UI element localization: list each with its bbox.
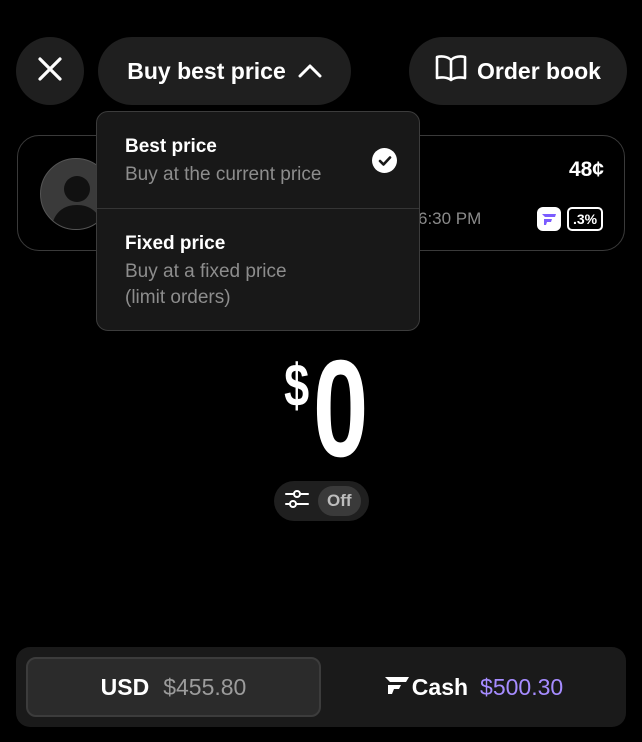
amount-display: $0 bbox=[0, 340, 642, 478]
cash-label: Cash bbox=[411, 673, 469, 700]
settings-state: Off bbox=[318, 486, 361, 516]
balance-selector: USD $455.80 Cash $500.30 bbox=[16, 647, 626, 727]
option-title: Fixed price bbox=[125, 233, 226, 254]
chevron-up-icon bbox=[298, 58, 322, 85]
order-settings-toggle[interactable]: Off bbox=[274, 481, 369, 521]
usd-amount: $455.80 bbox=[163, 673, 247, 700]
check-circle-icon bbox=[372, 148, 397, 173]
amount-value: 0 bbox=[313, 332, 369, 486]
close-icon bbox=[37, 56, 63, 87]
usd-balance-tab[interactable]: USD $455.80 bbox=[26, 657, 321, 717]
percent-badge: .3% bbox=[567, 207, 604, 231]
brand-logo-icon bbox=[384, 674, 410, 701]
buy-mode-menu: Best price Buy at the current price Fixe… bbox=[96, 111, 420, 331]
cash-amount: $500.30 bbox=[480, 673, 564, 700]
market-time: 6:30 PM bbox=[418, 209, 482, 228]
brand-logo-icon bbox=[537, 207, 561, 231]
sliders-icon bbox=[284, 489, 310, 514]
cash-balance-tab[interactable]: Cash $500.30 bbox=[321, 657, 626, 717]
usd-label: USD bbox=[100, 673, 150, 700]
option-subtitle-line: (limit orders) bbox=[125, 287, 231, 308]
order-book-label: Order book bbox=[477, 57, 601, 84]
close-button[interactable] bbox=[16, 37, 84, 105]
order-book-button[interactable]: Order book bbox=[409, 37, 627, 105]
book-open-icon bbox=[435, 54, 467, 88]
buy-mode-dropdown-button[interactable]: Buy best price bbox=[98, 37, 351, 105]
option-fixed-price[interactable]: Fixed price Buy at a fixed price (limit … bbox=[97, 209, 419, 330]
option-subtitle: Buy at a fixed price (limit orders) bbox=[125, 259, 419, 311]
cash-brand: Cash bbox=[384, 674, 468, 701]
market-price: 48¢ bbox=[568, 158, 604, 181]
buy-mode-label: Buy best price bbox=[127, 57, 286, 84]
amount-currency: $ bbox=[284, 352, 310, 419]
option-best-price[interactable]: Best price Buy at the current price bbox=[97, 112, 419, 209]
option-subtitle-line: Buy at a fixed price bbox=[125, 261, 287, 282]
